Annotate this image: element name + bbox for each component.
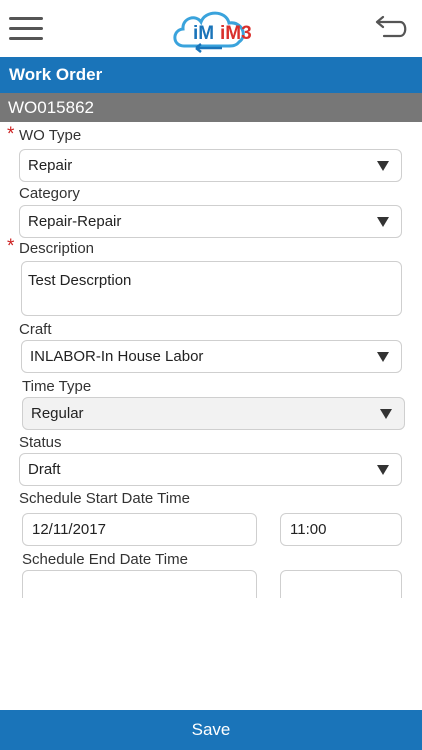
page-title: Work Order	[0, 57, 422, 93]
time-type-value: Regular	[31, 405, 84, 422]
wo-number: WO015862	[0, 93, 422, 122]
status-label: Status	[19, 434, 62, 451]
category-label: Category	[19, 185, 80, 202]
chevron-down-icon	[377, 161, 389, 171]
schedule-start-time-input[interactable]: 11:00	[280, 513, 402, 546]
craft-value: INLABOR-In House Labor	[30, 348, 204, 365]
back-arrow-icon[interactable]	[370, 12, 410, 44]
save-button[interactable]: Save	[0, 710, 422, 750]
svg-text:iM: iM	[193, 23, 214, 44]
wo-type-value: Repair	[28, 157, 73, 174]
craft-label: Craft	[19, 321, 52, 338]
schedule-start-date-input[interactable]: 12/11/2017	[22, 513, 257, 546]
schedule-start-label: Schedule Start Date Time	[19, 490, 190, 507]
category-value: Repair-Repair	[28, 213, 122, 230]
schedule-start-time-value: 11:00	[290, 521, 327, 538]
description-value: Test Descrption	[28, 272, 132, 289]
time-type-label: Time Type	[22, 378, 92, 395]
craft-select[interactable]: INLABOR-In House Labor	[21, 340, 402, 373]
time-type-select[interactable]: Regular	[22, 397, 405, 430]
form-scroll-clip	[0, 598, 422, 710]
status-value: Draft	[28, 461, 61, 478]
top-bar: iM iM3	[0, 0, 422, 57]
category-select[interactable]: Repair-Repair	[19, 205, 402, 238]
description-textarea[interactable]: Test Descrption	[21, 261, 402, 316]
required-marker: *	[7, 124, 15, 145]
logo-text: iM3	[220, 23, 252, 44]
wo-type-select[interactable]: Repair	[19, 149, 402, 182]
hamburger-menu-icon[interactable]	[9, 17, 43, 41]
description-label: Description	[19, 240, 95, 257]
wo-type-label: WO Type	[19, 127, 82, 144]
chevron-down-icon	[377, 352, 389, 362]
chevron-down-icon	[377, 217, 389, 227]
schedule-end-label: Schedule End Date Time	[22, 551, 188, 568]
required-marker: *	[7, 236, 15, 257]
chevron-down-icon	[380, 409, 392, 419]
schedule-start-date-value: 12/11/2017	[32, 521, 106, 538]
chevron-down-icon	[377, 465, 389, 475]
status-select[interactable]: Draft	[19, 453, 402, 486]
app-logo: iM iM3	[170, 4, 252, 54]
